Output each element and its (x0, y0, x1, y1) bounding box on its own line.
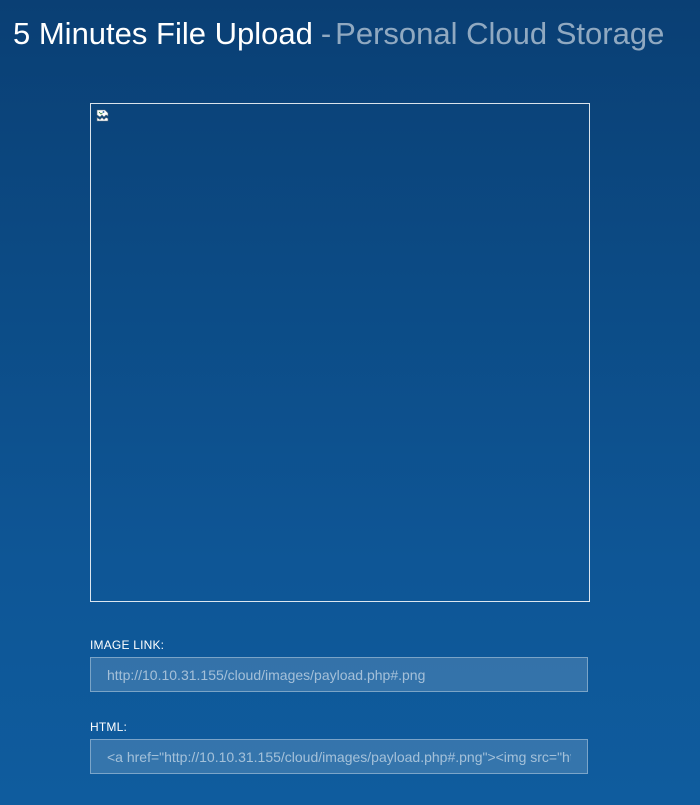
html-code-field[interactable] (90, 739, 588, 774)
html-code-label: HTML: (90, 720, 127, 734)
image-link-label: IMAGE LINK: (90, 638, 165, 652)
uploaded-image-preview (90, 103, 590, 602)
broken-image-icon (96, 109, 109, 122)
app-subtitle: Personal Cloud Storage (335, 16, 665, 51)
title-separator: - (320, 16, 332, 51)
app-title: 5 Minutes File Upload (13, 16, 313, 51)
image-link-field[interactable] (90, 657, 588, 692)
page-header: 5 Minutes File Upload - Personal Cloud Sto… (13, 12, 664, 56)
